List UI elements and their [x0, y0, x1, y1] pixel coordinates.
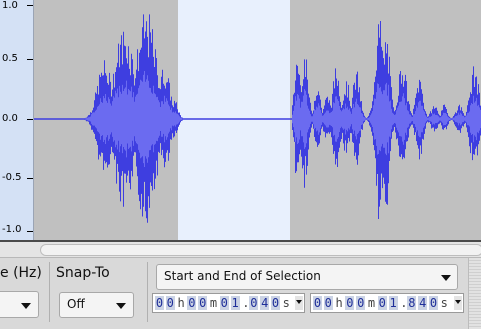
resize-grip[interactable] [468, 258, 481, 329]
ruler-tick-mark [27, 59, 33, 60]
time-digit[interactable]: 0 [429, 296, 438, 310]
chevron-down-icon [21, 303, 31, 309]
horizontal-scrollbar[interactable] [0, 242, 481, 258]
time-digit[interactable]: 0 [356, 296, 366, 310]
ruler-tick-label: -1.0 [2, 224, 22, 235]
selection-start-time[interactable]: 00h00m01.040s [152, 293, 305, 313]
time-digit[interactable]: 8 [407, 296, 417, 310]
chevron-down-icon [116, 303, 126, 309]
time-digit[interactable]: 0 [187, 296, 197, 310]
time-digit[interactable]: 0 [219, 296, 229, 310]
time-digit[interactable]: 0 [165, 296, 175, 310]
time-digit[interactable]: 0 [249, 296, 259, 310]
time-digit[interactable]: 4 [418, 296, 428, 310]
time-digit[interactable]: 4 [260, 296, 270, 310]
horizontal-scrollbar-thumb[interactable] [40, 244, 481, 256]
selection-mode-value: Start and End of Selection [164, 269, 321, 283]
snap-to-select[interactable]: Off [59, 292, 134, 318]
selection-toolbar: e (Hz) Snap-To Off Start and End of Sele… [0, 258, 481, 329]
time-digit[interactable]: 1 [230, 296, 240, 310]
waveform-track[interactable] [34, 0, 481, 240]
time-digit[interactable]: 0 [271, 296, 280, 310]
time-digit[interactable]: 0 [313, 296, 322, 310]
ruler-tick-label: 1.0 [2, 0, 18, 11]
ruler-tick-mark [27, 231, 33, 232]
vertical-amplitude-ruler[interactable]: 1.0 0.5 0.0 -0.5 -1.0 [0, 0, 34, 240]
audio-waveform[interactable] [34, 0, 481, 240]
selection-end-time[interactable]: 00h00m01.840s [310, 293, 464, 313]
chevron-down-icon [441, 275, 451, 281]
time-format-chevron-icon[interactable] [454, 296, 462, 310]
time-unit: h [176, 296, 186, 310]
time-unit: m [209, 296, 218, 310]
time-format-chevron-icon[interactable] [295, 296, 303, 310]
selection-mode-select[interactable]: Start and End of Selection [156, 264, 458, 290]
ruler-tick-label: 0.0 [2, 113, 18, 124]
time-digit[interactable]: 1 [388, 296, 398, 310]
time-digit[interactable]: 0 [155, 296, 164, 310]
time-unit: m [367, 296, 376, 310]
project-rate-combo[interactable] [0, 291, 39, 318]
ruler-tick-mark [27, 119, 33, 120]
ruler-tick-label: -0.5 [2, 172, 22, 183]
time-digit[interactable]: 0 [198, 296, 208, 310]
ruler-tick-mark [27, 178, 33, 179]
ruler-tick-mark [27, 5, 33, 6]
snap-to-label: Snap-To [56, 265, 110, 281]
time-unit: s [439, 296, 449, 310]
toolbar-separator [49, 262, 50, 322]
project-rate-label: e (Hz) [0, 265, 42, 281]
time-unit: h [334, 296, 344, 310]
ruler-tick-label: 0.5 [2, 53, 18, 64]
time-digit[interactable]: 0 [323, 296, 333, 310]
time-digit[interactable]: 0 [345, 296, 355, 310]
time-unit: s [281, 296, 291, 310]
snap-to-value: Off [67, 297, 85, 311]
time-digit[interactable]: 0 [377, 296, 387, 310]
toolbar-separator [147, 262, 148, 322]
